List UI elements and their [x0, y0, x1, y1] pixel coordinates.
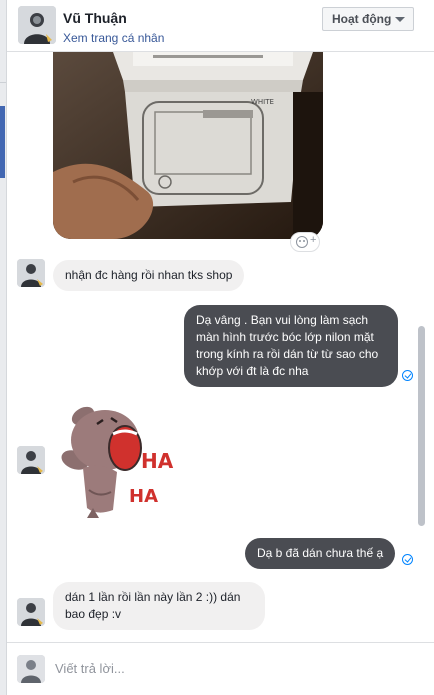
status-dropdown[interactable]: Hoạt động — [322, 7, 414, 31]
add-reaction-button[interactable]: + — [290, 232, 320, 252]
contact-avatar-small[interactable] — [17, 259, 45, 287]
status-label: Hoạt động — [332, 12, 392, 26]
outgoing-message[interactable]: Dạ b đã dán chưa thế ạ — [245, 538, 396, 569]
view-profile-link[interactable]: Xem trang cá nhân — [63, 31, 164, 45]
contact-avatar[interactable] — [18, 6, 56, 44]
add-reaction-icon — [296, 236, 308, 248]
scrollbar-thumb[interactable] — [418, 326, 425, 526]
conversation-panel: Vũ Thuận Xem trang cá nhân Hoạt động WHI… — [6, 0, 434, 695]
photo-message[interactable]: WHITE — [53, 52, 323, 239]
contact-avatar-small[interactable] — [17, 446, 45, 474]
incoming-message[interactable]: nhận đc hàng rồi nhan tks shop — [53, 260, 245, 291]
reply-composer — [7, 642, 434, 695]
laughing-sticker[interactable]: HA HA — [53, 398, 181, 520]
sticker-text-2: HA — [129, 486, 158, 507]
plus-icon: + — [310, 234, 317, 246]
incoming-message[interactable]: dán 1 lần rồi lần này lần 2 :)) dán bao … — [53, 582, 265, 630]
contact-name[interactable]: Vũ Thuận — [63, 10, 127, 26]
sticker-text-1: HA — [141, 449, 174, 473]
active-nav-indicator — [0, 106, 5, 178]
my-avatar — [17, 655, 45, 683]
chevron-down-icon — [395, 17, 405, 22]
reply-input[interactable] — [55, 657, 415, 679]
contact-avatar-small[interactable] — [17, 598, 45, 626]
outgoing-message[interactable]: Dạ vâng . Bạn vui lòng làm sạch màn hình… — [184, 305, 398, 387]
seen-check-icon — [402, 554, 413, 565]
seen-check-icon — [402, 370, 413, 381]
box-label-text: WHITE — [251, 98, 274, 106]
conversation-header: Vũ Thuận Xem trang cá nhân Hoạt động — [7, 0, 434, 52]
